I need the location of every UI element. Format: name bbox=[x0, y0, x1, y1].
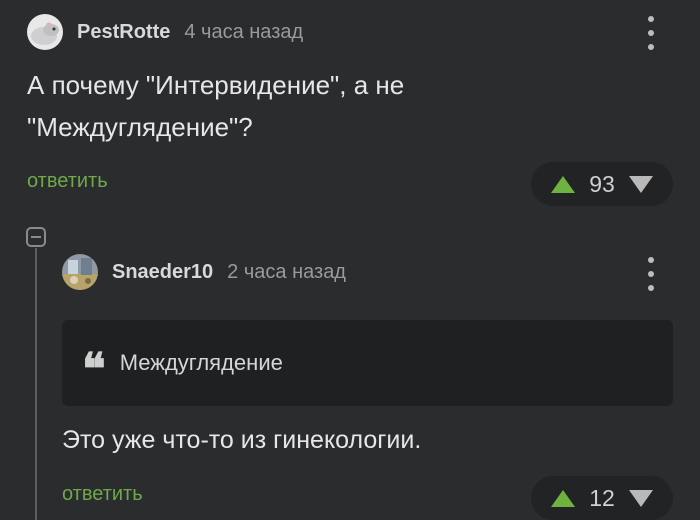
avatar[interactable] bbox=[62, 254, 98, 290]
comment-author[interactable]: PestRotte bbox=[77, 21, 170, 44]
comments-page: PestRotte 4 часа назад А почему "Интерви… bbox=[0, 0, 700, 520]
comment-author[interactable]: Snaeder10 bbox=[112, 261, 213, 284]
comment-timestamp[interactable]: 4 часа назад bbox=[184, 21, 303, 44]
more-vertical-icon[interactable] bbox=[646, 16, 656, 50]
rating-value: 12 bbox=[589, 484, 615, 511]
quote-text: Междуглядение bbox=[119, 350, 283, 375]
arrow-up-icon[interactable] bbox=[551, 489, 576, 507]
rating-value: 93 bbox=[589, 170, 615, 197]
collapse-minus-icon[interactable] bbox=[26, 227, 46, 247]
thread-line[interactable] bbox=[35, 248, 37, 520]
avatar[interactable] bbox=[27, 14, 63, 50]
arrow-up-icon[interactable] bbox=[551, 175, 576, 193]
arrow-down-icon[interactable] bbox=[628, 175, 653, 193]
reply-button[interactable]: ответить bbox=[62, 483, 143, 506]
more-vertical-icon[interactable] bbox=[646, 257, 656, 291]
comment-header: PestRotte 4 часа назад bbox=[27, 13, 303, 51]
comment-text: Это уже что-то из гинекологии. bbox=[62, 426, 422, 454]
quote-icon: ❝ bbox=[82, 344, 106, 395]
comment-text: А почему "Интервидение", а не "Междугляд… bbox=[27, 70, 405, 142]
comment-timestamp[interactable]: 2 часа назад bbox=[227, 261, 346, 284]
quote-block: ❝ Междуглядение bbox=[62, 320, 673, 406]
rating-control: 93 bbox=[531, 162, 673, 206]
arrow-down-icon[interactable] bbox=[628, 489, 653, 507]
comment-header: Snaeder10 2 часа назад bbox=[62, 253, 346, 291]
reply-button[interactable]: ответить bbox=[27, 170, 108, 193]
rating-control: 12 bbox=[531, 476, 673, 520]
